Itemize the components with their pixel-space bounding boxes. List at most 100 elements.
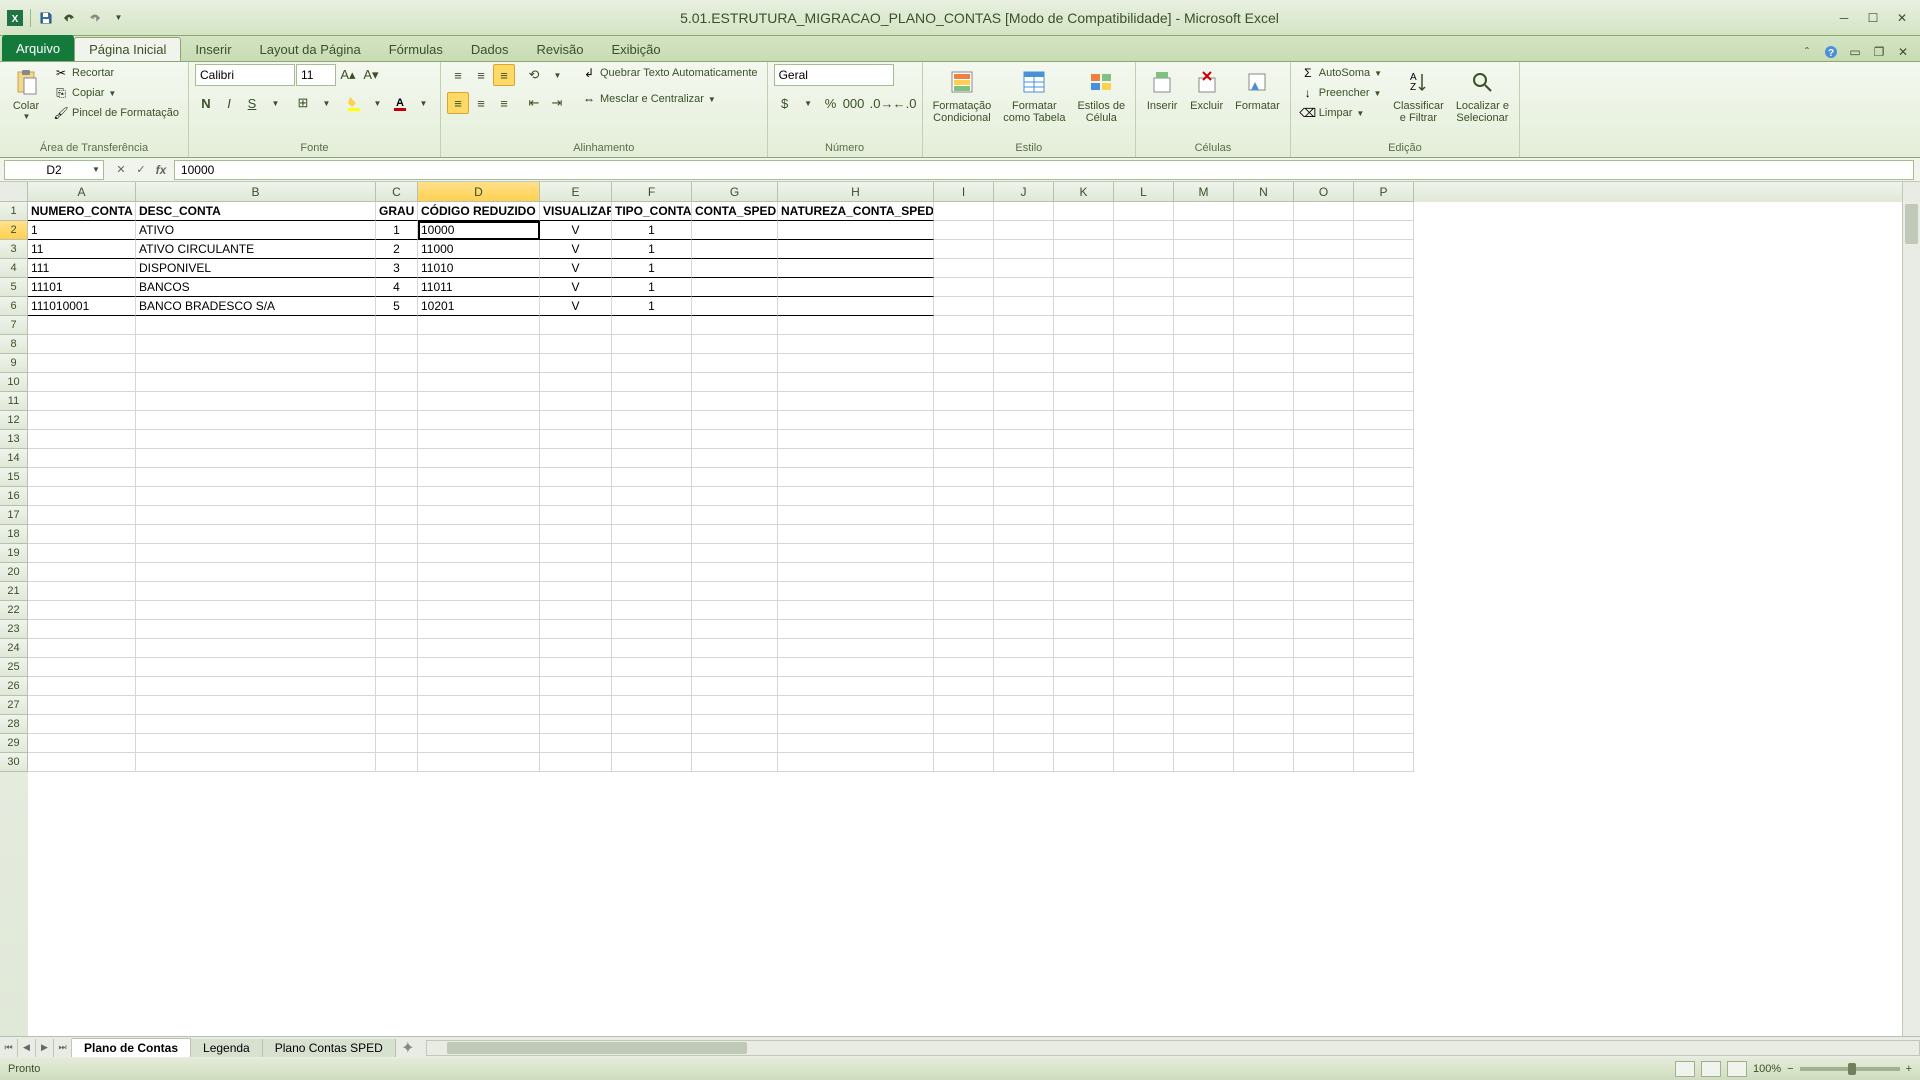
cell[interactable] [1294, 392, 1354, 411]
sheet-tab-plano[interactable]: Plano de Contas [72, 1038, 191, 1057]
cell[interactable] [1054, 487, 1114, 506]
decrease-font-icon[interactable]: A▾ [360, 64, 382, 86]
cell[interactable] [1234, 449, 1294, 468]
cell[interactable] [692, 297, 778, 316]
cell[interactable] [994, 753, 1054, 772]
row-header[interactable]: 25 [0, 658, 28, 677]
cell[interactable] [612, 506, 692, 525]
format-painter-button[interactable]: 🖌Pincel de Formatação [50, 104, 182, 122]
cell[interactable] [1174, 259, 1234, 278]
cell[interactable] [1054, 392, 1114, 411]
cell[interactable] [1174, 392, 1234, 411]
cell[interactable] [994, 430, 1054, 449]
cell[interactable] [1054, 734, 1114, 753]
cell[interactable] [28, 715, 136, 734]
minimize-ribbon-icon[interactable]: ˆ [1798, 43, 1816, 61]
cell[interactable] [1114, 430, 1174, 449]
cell[interactable] [136, 544, 376, 563]
column-header[interactable]: L [1114, 182, 1174, 202]
cell[interactable] [540, 734, 612, 753]
cell[interactable] [1054, 202, 1114, 221]
cell[interactable] [612, 677, 692, 696]
cell[interactable] [1354, 373, 1414, 392]
cell[interactable] [28, 658, 136, 677]
cell[interactable] [1174, 677, 1234, 696]
cell[interactable] [612, 335, 692, 354]
cell[interactable] [1234, 563, 1294, 582]
cell[interactable] [28, 392, 136, 411]
cell[interactable] [994, 677, 1054, 696]
cell[interactable]: 11101 [28, 278, 136, 297]
cell[interactable] [1234, 354, 1294, 373]
row-header[interactable]: 9 [0, 354, 28, 373]
cell[interactable]: 3 [376, 259, 418, 278]
column-header[interactable]: M [1174, 182, 1234, 202]
cell[interactable] [1234, 430, 1294, 449]
cell[interactable] [540, 620, 612, 639]
cell[interactable] [692, 696, 778, 715]
cell[interactable] [28, 354, 136, 373]
increase-decimal-icon[interactable]: .0→ [871, 92, 893, 114]
cell[interactable] [540, 449, 612, 468]
row-header[interactable]: 4 [0, 259, 28, 278]
cell[interactable] [994, 221, 1054, 240]
cell[interactable] [1234, 487, 1294, 506]
cell[interactable] [612, 658, 692, 677]
cell[interactable] [418, 715, 540, 734]
cell[interactable] [1054, 354, 1114, 373]
cell[interactable] [778, 411, 934, 430]
paste-button[interactable]: Colar ▼ [6, 64, 46, 123]
cell[interactable] [1054, 715, 1114, 734]
cell[interactable] [1234, 544, 1294, 563]
cell[interactable] [1234, 582, 1294, 601]
cell[interactable] [1054, 677, 1114, 696]
excel-icon[interactable]: X [4, 7, 26, 29]
cell[interactable] [778, 544, 934, 563]
cell[interactable] [934, 430, 994, 449]
cell[interactable] [1354, 487, 1414, 506]
cell[interactable]: 4 [376, 278, 418, 297]
cell[interactable] [418, 411, 540, 430]
cell[interactable] [540, 316, 612, 335]
insert-cells-button[interactable]: Inserir [1142, 64, 1182, 114]
cell[interactable] [994, 563, 1054, 582]
cell[interactable] [1174, 430, 1234, 449]
cell[interactable] [692, 392, 778, 411]
cell[interactable] [1114, 563, 1174, 582]
cell[interactable] [1054, 373, 1114, 392]
row-header[interactable]: 28 [0, 715, 28, 734]
cell[interactable] [692, 525, 778, 544]
cell[interactable] [1234, 677, 1294, 696]
cell[interactable] [994, 449, 1054, 468]
cell[interactable] [1054, 240, 1114, 259]
cell[interactable] [418, 696, 540, 715]
cell[interactable] [994, 696, 1054, 715]
cell[interactable] [1354, 411, 1414, 430]
copy-button[interactable]: ⎘Copiar▼ [50, 84, 182, 102]
cell[interactable] [612, 734, 692, 753]
cell[interactable] [778, 373, 934, 392]
cell[interactable]: 1 [28, 221, 136, 240]
select-all-button[interactable] [0, 182, 28, 202]
cell[interactable] [1114, 316, 1174, 335]
cell[interactable] [1054, 582, 1114, 601]
cell[interactable] [692, 677, 778, 696]
cell[interactable] [540, 563, 612, 582]
cell[interactable] [934, 373, 994, 392]
cell[interactable] [376, 677, 418, 696]
cell[interactable] [1234, 221, 1294, 240]
layout-tab[interactable]: Layout da Página [246, 37, 375, 61]
cell[interactable] [1054, 563, 1114, 582]
cell[interactable] [418, 677, 540, 696]
cell[interactable]: BANCO BRADESCO S/A [136, 297, 376, 316]
cell[interactable] [1294, 449, 1354, 468]
cell[interactable] [994, 658, 1054, 677]
cell[interactable] [1354, 582, 1414, 601]
cell[interactable] [1114, 753, 1174, 772]
cell[interactable] [612, 715, 692, 734]
cell[interactable] [1294, 734, 1354, 753]
cell[interactable] [1114, 715, 1174, 734]
align-bottom-icon[interactable]: ≡ [493, 64, 515, 86]
cell[interactable] [28, 601, 136, 620]
cell[interactable]: 1 [612, 259, 692, 278]
